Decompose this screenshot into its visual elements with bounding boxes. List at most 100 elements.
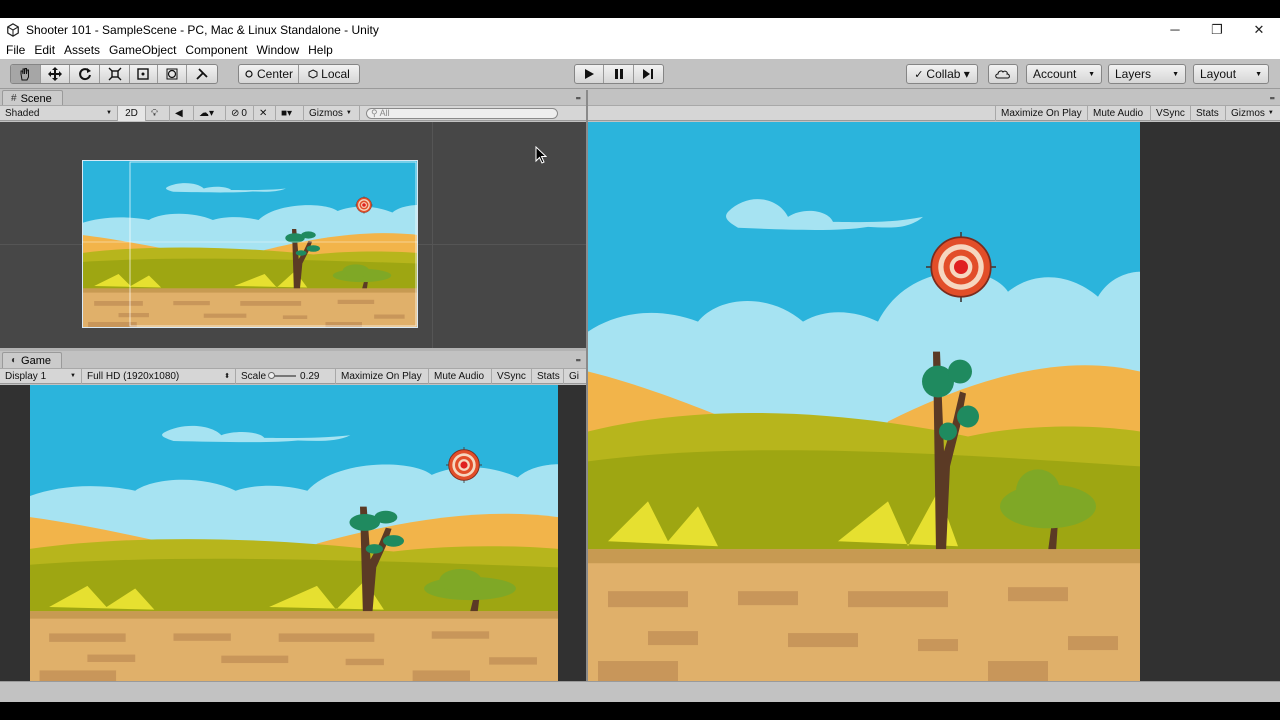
menu-component[interactable]: Component <box>185 43 247 57</box>
audio-toggle[interactable]: ◀︎ <box>170 105 194 121</box>
tab-scene[interactable]: # Scene <box>2 90 63 106</box>
camera-dropdown[interactable]: ■▾ <box>276 105 304 121</box>
search-icon: ⚲ <box>371 107 378 118</box>
restore-button[interactable]: ❐ <box>1196 18 1238 41</box>
transform-tools <box>10 64 218 84</box>
cloud-icon <box>995 70 1010 79</box>
pacman-icon: ◐ <box>11 355 18 366</box>
menu-edit[interactable]: Edit <box>34 43 55 57</box>
main-toolbar: Center Local ✓ Collab ▾ Account ▼ Layers… <box>0 59 1280 89</box>
local-space-icon <box>308 69 318 79</box>
layers-dropdown[interactable]: Layers ▼ <box>1108 64 1186 84</box>
chevron-down-icon: ▼ <box>70 373 76 379</box>
close-button[interactable]: ✕ <box>1238 18 1280 41</box>
custom-tool-button[interactable] <box>187 65 217 83</box>
stats-toggle[interactable]: Stats <box>532 368 564 384</box>
hand-tool-button[interactable] <box>11 65 41 83</box>
game2-tab-bar: ▪▪ <box>588 90 1280 106</box>
mouse-cursor-icon <box>535 146 547 164</box>
play-controls <box>574 64 664 84</box>
window-title: Shooter 101 - SampleScene - PC, Mac & Li… <box>26 22 379 37</box>
search-placeholder: All <box>379 108 390 118</box>
transform-tool-button[interactable] <box>158 65 188 83</box>
tab-game[interactable]: ◐ Game <box>2 352 63 368</box>
scale-tool-button[interactable] <box>100 65 130 83</box>
transform-icon <box>166 68 178 80</box>
pause-button[interactable] <box>604 65 634 83</box>
hidden-count: 0 <box>241 107 247 119</box>
menu-help[interactable]: Help <box>308 43 333 57</box>
scene-gizmos-dropdown[interactable]: Gizmos ▼ <box>304 105 360 121</box>
layout-dropdown[interactable]: Layout ▼ <box>1193 64 1269 84</box>
menu-file[interactable]: File <box>6 43 25 57</box>
game-viewport[interactable] <box>0 385 586 681</box>
scene-viewport[interactable] <box>0 122 586 348</box>
chevron-down-icon: ▼ <box>1267 110 1274 116</box>
scale-track[interactable] <box>267 372 297 379</box>
scene-search-input[interactable]: ⚲ All <box>366 107 558 119</box>
step-button[interactable] <box>634 65 663 83</box>
mute-audio-toggle-2[interactable]: Mute Audio <box>1088 105 1151 121</box>
game-tab-label: Game <box>21 354 52 367</box>
chevron-down-icon: ▼ <box>1088 70 1095 78</box>
unity-logo-icon <box>7 22 19 37</box>
game-gizmos-dropdown-2[interactable]: Gizmos ▼ <box>1226 106 1280 121</box>
scale-thumb[interactable] <box>267 372 275 379</box>
maximize-label: Maximize On Play <box>341 370 422 382</box>
updown-icon: ⬍ <box>224 373 230 380</box>
game-gizmos-label: Gi <box>569 370 579 382</box>
game-control-bar: Display 1 ▼ Full HD (1920x1080) ⬍ Scale 0.… <box>0 368 586 384</box>
vsync-toggle-2[interactable]: VSync <box>1151 105 1191 121</box>
shading-dropdown[interactable]: Shaded ▼ <box>0 105 118 121</box>
effects-icon: ☁︎▾ <box>199 107 215 119</box>
lighting-toggle[interactable]: 💡︎ <box>146 105 170 121</box>
panel-menu-icon[interactable]: ▪▪ <box>1270 93 1275 103</box>
mode-2d-toggle[interactable]: 2D <box>118 105 146 121</box>
hand-icon <box>20 68 30 81</box>
mute-label: Mute Audio <box>434 370 485 382</box>
space-local-button[interactable]: Local <box>299 65 359 83</box>
scale-slider[interactable]: Scale 0.29 <box>236 368 336 384</box>
scale-value: 0.29 <box>300 370 320 382</box>
maximize-on-play-toggle-2[interactable]: Maximize On Play <box>995 105 1088 121</box>
game-view-render <box>30 385 558 681</box>
stats-toggle-2[interactable]: Stats <box>1191 105 1226 121</box>
tools-icon: ✕ <box>259 107 268 119</box>
rotate-tool-button[interactable] <box>70 65 101 83</box>
play-button[interactable] <box>575 65 605 83</box>
vsync-label: VSync <box>497 370 526 382</box>
maximize-on-play-toggle[interactable]: Maximize On Play <box>336 368 429 384</box>
collab-button[interactable]: ✓ Collab ▾ <box>906 64 978 84</box>
panel-menu-icon[interactable]: ▪▪ <box>576 93 581 103</box>
display-dropdown[interactable]: Display 1 ▼ <box>0 368 82 384</box>
scene-tools-toggle[interactable]: ✕ <box>254 105 276 121</box>
layers-label: Layers <box>1115 67 1152 81</box>
scene-tab-label: Scene <box>20 92 52 105</box>
vsync-toggle[interactable]: VSync <box>492 368 532 384</box>
cloud-button[interactable] <box>988 64 1018 84</box>
scale-icon <box>108 67 122 81</box>
chevron-down-icon: ▼ <box>1255 70 1262 78</box>
menu-window[interactable]: Window <box>256 43 299 57</box>
panel-menu-icon[interactable]: ▪▪ <box>576 355 581 365</box>
play-icon <box>585 69 595 79</box>
mute-audio-toggle[interactable]: Mute Audio <box>429 368 492 384</box>
hidden-objects-toggle[interactable]: ⊘ 0 <box>226 105 254 121</box>
stats-label-2: Stats <box>1196 107 1219 119</box>
resolution-dropdown[interactable]: Full HD (1920x1080) ⬍ <box>82 368 236 384</box>
game2-viewport[interactable] <box>588 122 1280 681</box>
menu-assets[interactable]: Assets <box>64 43 100 57</box>
eye-slash-icon: ⊘ <box>231 107 240 119</box>
chevron-down-icon: ▼ <box>106 110 112 116</box>
game-gizmos-dropdown[interactable]: Gi <box>564 369 581 384</box>
effects-dropdown[interactable]: ☁︎▾ <box>194 105 226 121</box>
scene-game-preview <box>82 160 418 328</box>
account-label: Account <box>1033 67 1077 81</box>
account-dropdown[interactable]: Account ▼ <box>1026 64 1102 84</box>
pivot-center-button[interactable]: Center <box>239 65 299 83</box>
minimize-button[interactable]: ─ <box>1154 18 1196 41</box>
chevron-down-icon: ▼ <box>1172 70 1179 78</box>
move-tool-button[interactable] <box>41 65 71 83</box>
menu-gameobject[interactable]: GameObject <box>109 43 176 57</box>
rect-tool-button[interactable] <box>130 65 158 83</box>
